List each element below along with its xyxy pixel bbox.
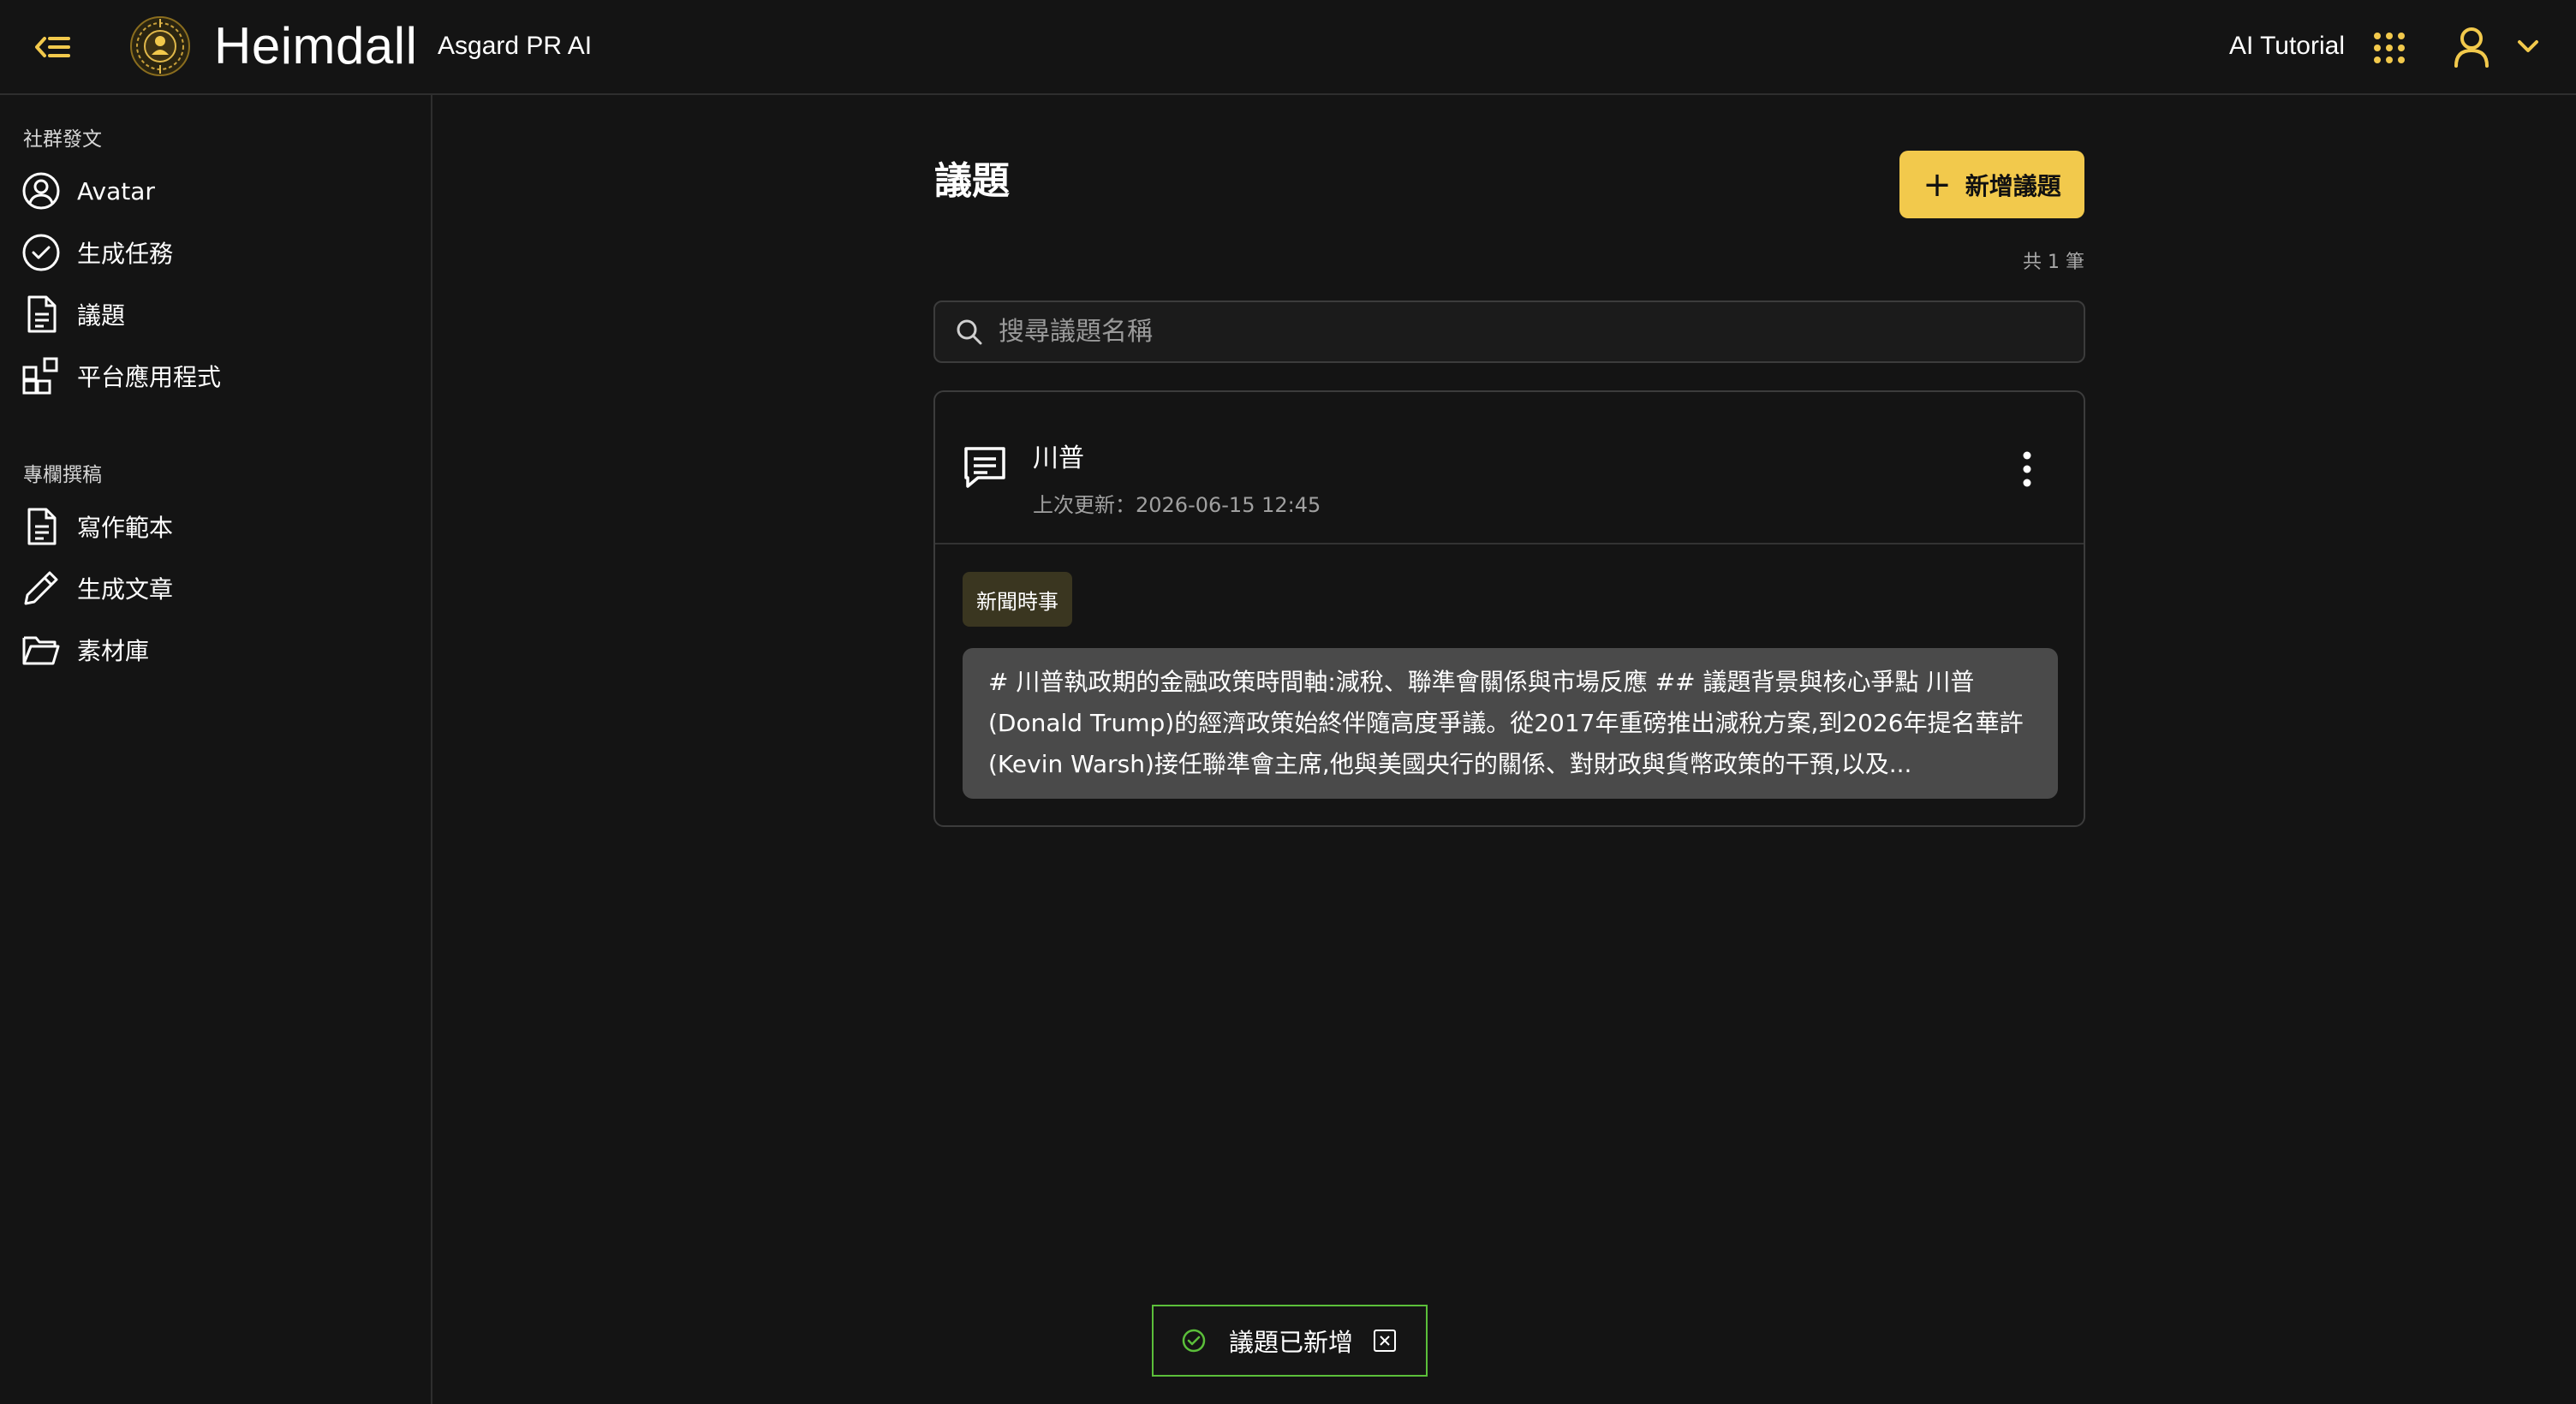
sidebar-item-label: 生成文章 [77,575,174,604]
brand-name: Heimdall [214,17,418,74]
document-icon [27,508,57,545]
sidebar-item-label: 寫作範本 [77,514,174,542]
sidebar-section-title: 社群發文 [23,128,102,151]
sidebar-item-tasks[interactable]: 生成任務 [21,227,414,278]
sidebar-item-label: 平台應用程式 [77,363,222,391]
check-circle-icon [22,234,60,271]
plus-icon: + [1923,164,1952,205]
search-box [933,300,2085,363]
add-topic-label: 新增議題 [1965,171,2061,200]
more-options-icon[interactable] [2012,449,2042,490]
topic-tag: 新聞時事 [963,572,1072,627]
pencil-icon [24,571,58,605]
sidebar-section-title: 專欄撰稿 [23,464,102,486]
check-circle-icon [1182,1329,1206,1353]
sidebar-item-writing-templates[interactable]: 寫作範本 [21,501,414,552]
sidebar-item-topics[interactable]: 議題 [21,289,414,340]
message-icon [964,447,1005,488]
topic-card[interactable]: 川普 上次更新：2026-06-15 12:45 新聞時事 # 川普執政期的金融… [933,390,2085,827]
toast-message: 議題已新增 [1229,1328,1354,1357]
brand-subtitle: Asgard PR AI [438,32,593,60]
sidebar-item-generate-article[interactable]: 生成文章 [21,562,414,614]
search-icon [957,319,982,344]
user-circle-icon [22,172,60,210]
ai-tutorial-link[interactable]: AI Tutorial [2229,29,2345,63]
sidebar-item-label: Avatar [77,176,155,205]
topic-title: 川普 [1033,443,1084,473]
sidebar-item-platform-apps[interactable]: 平台應用程式 [21,350,414,402]
user-icon [2454,27,2489,68]
page-title: 議題 [934,159,1010,203]
sidebar: 社群發文 Avatar 生成任務 議題 平台應用程式 專欄撰稿 寫作範本 生成文… [0,95,432,1404]
folder-icon [22,636,60,665]
sidebar-item-label: 議題 [77,301,126,330]
apps-grid-icon[interactable] [2372,31,2406,65]
sidebar-item-materials[interactable]: 素材庫 [21,624,414,675]
add-topic-button[interactable]: + 新增議題 [1899,151,2084,218]
close-icon[interactable] [1374,1330,1397,1352]
apps-icon [22,357,58,395]
result-count: 共 1 筆 [2023,252,2084,273]
search-input[interactable] [997,302,2084,361]
topic-card-header: 川普 上次更新：2026-06-15 12:45 [935,392,2084,544]
top-header: Heimdall Asgard PR AI AI Tutorial [0,0,2576,95]
collapse-sidebar-icon[interactable] [33,27,74,68]
document-icon [27,295,57,333]
user-menu-button[interactable] [2451,25,2543,69]
heimdall-logo-icon [129,15,191,77]
success-toast: 議題已新增 [1152,1305,1428,1377]
topic-updated-time: 上次更新：2026-06-15 12:45 [1033,493,1321,517]
sidebar-item-label: 生成任務 [77,240,174,268]
sidebar-item-label: 素材庫 [77,637,150,665]
sidebar-item-avatar[interactable]: Avatar [21,165,414,217]
topic-preview: # 川普執政期的金融政策時間軸:減稅、聯準會關係與市場反應 ## 議題背景與核心… [963,648,2058,799]
